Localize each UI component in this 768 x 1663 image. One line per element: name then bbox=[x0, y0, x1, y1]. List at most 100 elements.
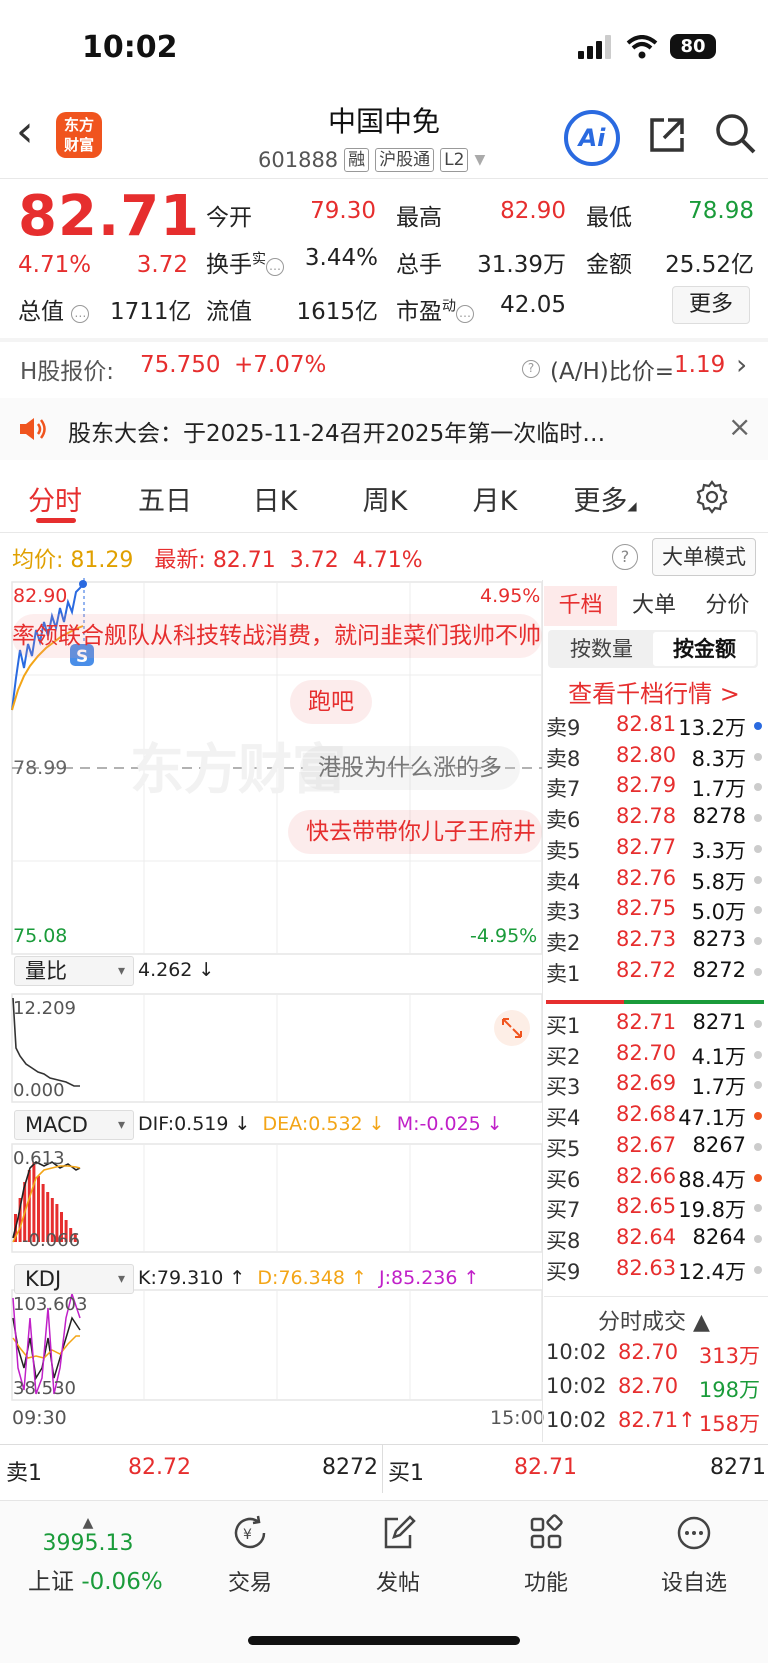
notice-bar[interactable]: 股东大会：于2025-11-24召开2025年第一次临时… × bbox=[0, 398, 768, 460]
info-icon[interactable]: … bbox=[71, 305, 90, 323]
level-dot bbox=[754, 783, 762, 792]
price-top-label: 82.90 bbox=[13, 585, 67, 607]
settings-icon[interactable] bbox=[694, 479, 730, 515]
bid-row[interactable]: 买5 82.67 8267 bbox=[544, 1131, 766, 1162]
tab-intraday[interactable]: 分时 bbox=[0, 479, 110, 518]
level-volume: 8264 bbox=[692, 1224, 746, 1249]
ask-row[interactable]: 卖3 82.75 5.0万 bbox=[544, 894, 766, 925]
home-indicator bbox=[248, 1636, 520, 1645]
level-dot bbox=[754, 1112, 762, 1121]
level-volume: 1.7万 bbox=[691, 1075, 746, 1100]
macd-select[interactable]: MACD bbox=[14, 1110, 134, 1140]
level-price: 82.77 bbox=[616, 834, 677, 859]
nav-trade[interactable]: ¥ 交易 bbox=[190, 1513, 310, 1597]
time-sales-title[interactable]: 分时成交 ▲ bbox=[544, 1304, 764, 1336]
tab-big-order[interactable]: 大单 bbox=[617, 586, 690, 626]
seg-by-quantity[interactable]: 按数量 bbox=[550, 632, 653, 666]
level-price: 82.78 bbox=[616, 804, 677, 829]
tab-monthly-k[interactable]: 月K bbox=[440, 479, 550, 518]
kdj-select[interactable]: KDJ bbox=[14, 1264, 134, 1294]
nav-functions[interactable]: 功能 bbox=[486, 1513, 606, 1597]
view-thousand-level-link[interactable]: 查看千档行情 > bbox=[544, 674, 764, 709]
high-value: 82.90 bbox=[500, 198, 566, 224]
close-icon[interactable]: × bbox=[728, 410, 751, 443]
bid-row[interactable]: 买3 82.69 1.7万 bbox=[544, 1069, 766, 1100]
stock-code-row[interactable]: 601888 融 沪股通 L2 ▼ bbox=[258, 148, 485, 172]
danmu-comment[interactable]: 快去带带你儿子王府井 bbox=[288, 810, 542, 854]
ask-row[interactable]: 卖2 82.73 8273 bbox=[544, 925, 766, 956]
ask-row[interactable]: 卖7 82.79 1.7万 bbox=[544, 771, 766, 802]
dif-value: DIF:0.519 ↓ bbox=[138, 1113, 251, 1135]
trade-time: 10:02 bbox=[546, 1340, 607, 1364]
bid-row[interactable]: 买2 82.70 4.1万 bbox=[544, 1039, 766, 1070]
big-order-mode-button[interactable]: 大单模式 bbox=[652, 538, 756, 576]
level-label: 买1 bbox=[546, 1014, 581, 1038]
turnover-label: 换手 bbox=[206, 252, 252, 278]
index-widget[interactable]: ▲ 3995.13 上证 -0.06% bbox=[28, 1515, 163, 1596]
ask-row[interactable]: 卖6 82.78 8278 bbox=[544, 802, 766, 833]
divider bbox=[0, 532, 768, 533]
tab-thousand-level[interactable]: 千档 bbox=[544, 586, 618, 626]
kdj-top-label: 103.603 bbox=[13, 1294, 87, 1315]
info-icon[interactable]: … bbox=[266, 258, 284, 276]
trade-price: 82.70 bbox=[618, 1340, 679, 1364]
level-dot bbox=[754, 1050, 762, 1059]
expand-button[interactable] bbox=[494, 1010, 530, 1046]
tab-weekly-k[interactable]: 周K bbox=[330, 479, 440, 518]
tab-more[interactable]: 更多◢ bbox=[550, 479, 660, 518]
intraday-chart[interactable]: 东方财富 S 82.90 4.95% 78.99 75.08 -4.95% 12… bbox=[0, 578, 544, 1430]
more-circle-icon bbox=[677, 1516, 711, 1550]
chevron-down-icon: ▼ bbox=[474, 152, 486, 168]
avg-value: 81.29 bbox=[70, 548, 134, 573]
help-icon[interactable]: ? bbox=[612, 544, 638, 570]
macd-top-label: 0.613 bbox=[13, 1148, 65, 1169]
bid-row[interactable]: 买7 82.65 19.8万 bbox=[544, 1192, 766, 1223]
index-name: 上证 bbox=[28, 1569, 74, 1595]
more-button[interactable]: 更多 bbox=[672, 286, 750, 324]
nav-post[interactable]: 发帖 bbox=[338, 1513, 458, 1597]
tab-price-dist[interactable]: 分价 bbox=[691, 586, 764, 626]
index-change: -0.06% bbox=[81, 1569, 163, 1595]
level-price: 82.69 bbox=[616, 1071, 677, 1096]
tab-5day[interactable]: 五日 bbox=[110, 479, 220, 518]
ask-row[interactable]: 卖5 82.77 3.3万 bbox=[544, 833, 766, 864]
tab-daily-k[interactable]: 日K bbox=[220, 479, 330, 518]
ask-row[interactable]: 卖4 82.76 5.8万 bbox=[544, 864, 766, 895]
info-icon[interactable]: … bbox=[456, 305, 474, 323]
ai-button[interactable]: Ai bbox=[564, 110, 620, 166]
level-price: 82.65 bbox=[616, 1194, 677, 1219]
divider bbox=[0, 178, 768, 179]
ask-row[interactable]: 卖8 82.80 8.3万 bbox=[544, 741, 766, 772]
nav-functions-label: 功能 bbox=[523, 1571, 568, 1596]
share-icon[interactable] bbox=[648, 116, 686, 154]
level-dot bbox=[754, 1265, 762, 1274]
level-label: 卖2 bbox=[546, 930, 581, 955]
help-icon[interactable]: ? bbox=[522, 354, 540, 380]
level-label: 卖1 bbox=[546, 961, 581, 986]
bid-row[interactable]: 买4 82.68 47.1万 bbox=[544, 1100, 766, 1131]
bid-row[interactable]: 买9 82.63 12.4万 bbox=[544, 1254, 766, 1285]
status-time: 10:02 bbox=[82, 30, 178, 65]
chevron-up-icon: ▲ bbox=[82, 1515, 94, 1531]
ask-row[interactable]: 卖1 82.72 8272 bbox=[544, 956, 766, 987]
level-volume: 19.8万 bbox=[678, 1198, 746, 1223]
h-share-row[interactable]: H股报价: 75.750 +7.07% ? (A/H)比价= 1.19 › bbox=[0, 342, 768, 394]
bid-row[interactable]: 买6 82.66 88.4万 bbox=[544, 1162, 766, 1193]
danmu-comment[interactable]: 港股为什么涨的多 bbox=[300, 746, 520, 790]
ask-row[interactable]: 卖9 82.81 13.2万 bbox=[544, 710, 766, 741]
chart-tabs: 分时 五日 日K 周K 月K 更多◢ bbox=[0, 470, 768, 526]
bid-row[interactable]: 买1 82.71 8271 bbox=[544, 1008, 766, 1039]
level-volume: 13.2万 bbox=[678, 716, 746, 740]
nav-watchlist[interactable]: 设自选 bbox=[634, 1513, 754, 1597]
h-share-change: +7.07% bbox=[234, 352, 327, 378]
bid-row[interactable]: 买8 82.64 8264 bbox=[544, 1223, 766, 1254]
vol-ratio-select[interactable]: 量比 bbox=[14, 956, 134, 986]
danmu-comment[interactable]: 率领联合舰队从科技转战消费，就问韭菜们我帅不帅 bbox=[12, 614, 542, 658]
macd-name: MACD bbox=[25, 1113, 88, 1137]
k-value: K:79.310 ↑ bbox=[138, 1267, 246, 1289]
search-icon[interactable] bbox=[714, 112, 756, 154]
danmu-comment[interactable]: 跑吧 bbox=[290, 680, 372, 724]
time-end-label: 15:00 bbox=[490, 1407, 544, 1429]
level-price: 82.63 bbox=[616, 1255, 677, 1280]
seg-by-amount[interactable]: 按金额 bbox=[653, 632, 756, 666]
